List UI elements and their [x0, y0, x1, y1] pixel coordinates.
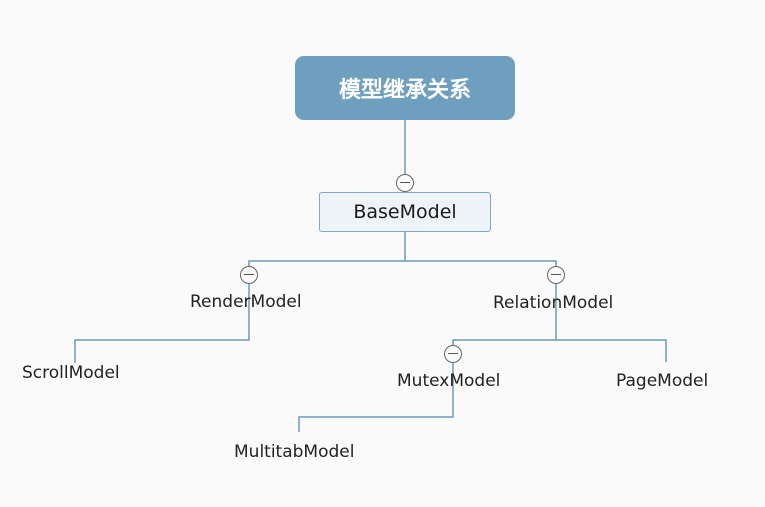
- root-node[interactable]: 模型继承关系: [295, 56, 515, 120]
- page-model-node[interactable]: PageModel: [616, 369, 708, 393]
- connector-base-children: [248, 232, 557, 266]
- relation-model-label: RelationModel: [493, 293, 614, 313]
- collapse-minus-icon[interactable]: [240, 266, 258, 284]
- collapse-minus-icon[interactable]: [547, 266, 565, 284]
- multitab-model-label: MultitabModel: [234, 442, 355, 462]
- render-model-node[interactable]: RenderModel: [190, 290, 302, 314]
- relation-model-node[interactable]: RelationModel: [493, 291, 613, 315]
- mutex-model-node[interactable]: MutexModel: [397, 369, 500, 393]
- base-model-label: BaseModel: [353, 201, 457, 223]
- mutex-model-label: MutexModel: [397, 371, 501, 391]
- collapse-minus-icon[interactable]: [444, 345, 462, 363]
- collapse-minus-icon[interactable]: [396, 174, 414, 192]
- scroll-model-node[interactable]: ScrollModel: [22, 361, 120, 385]
- scroll-model-label: ScrollModel: [22, 363, 120, 383]
- root-node-label: 模型继承关系: [338, 78, 471, 103]
- multitab-model-node[interactable]: MultitabModel: [234, 440, 354, 464]
- base-model-node[interactable]: BaseModel: [319, 192, 491, 232]
- page-model-label: PageModel: [616, 371, 709, 391]
- render-model-label: RenderModel: [190, 292, 302, 312]
- model-inheritance-mindmap: 模型继承关系 BaseModel RenderModel RelationMod…: [0, 0, 765, 507]
